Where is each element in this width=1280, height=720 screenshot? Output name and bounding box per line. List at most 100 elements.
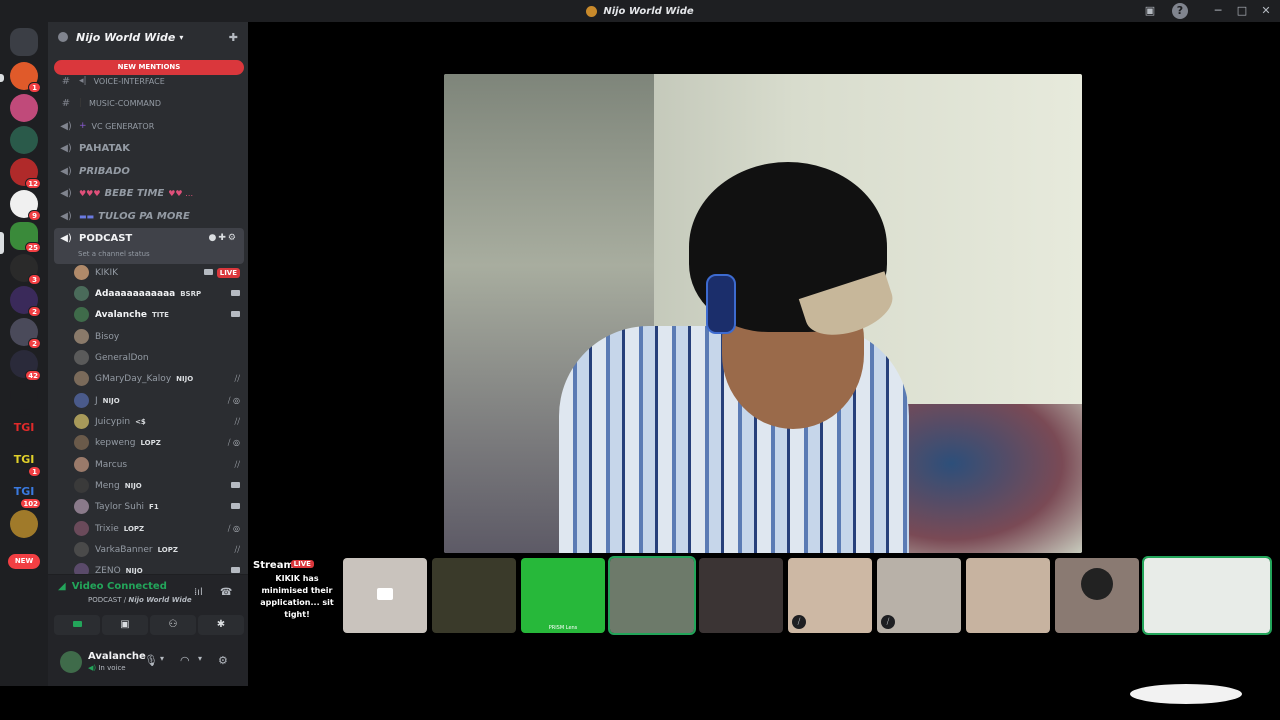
voice-user[interactable]: Adaaaaaaaaaaa BSRP <box>74 283 240 304</box>
guild-icon[interactable] <box>10 94 38 122</box>
channel-bebe-time[interactable]: ◀) ♥♥♥ BEBE TIME ♥♥ … <box>54 182 244 204</box>
noise-suppression-icon[interactable]: ⁞ıl <box>194 587 203 598</box>
discord-home-icon[interactable] <box>10 28 38 56</box>
camera-button[interactable] <box>54 615 100 635</box>
live-badge: LIVE <box>290 560 314 568</box>
participant-tile[interactable] <box>1142 556 1272 635</box>
voice-user[interactable]: GeneralDon <box>74 347 240 368</box>
chevron-down-icon[interactable]: ▾ <box>160 654 164 663</box>
user-name[interactable]: Avalanche <box>88 651 146 662</box>
guild-icon[interactable]: 3 <box>10 254 41 285</box>
channel-pahatak[interactable]: ◀) PAHATAK <box>54 137 244 159</box>
new-unreads-button[interactable]: NEW <box>8 554 40 569</box>
speaker-icon: ◂| <box>79 76 87 86</box>
avatar[interactable] <box>60 651 82 673</box>
channel-vc-generator[interactable]: ◀) + VC GENERATOR <box>54 115 244 137</box>
participant-tile[interactable] <box>699 558 783 633</box>
user-name: Meng <box>95 480 120 491</box>
camera-icon <box>72 621 82 627</box>
microphone-icon[interactable]: 🎙︎ <box>144 654 158 667</box>
selected-pill <box>0 232 4 254</box>
maximize-button[interactable]: □ <box>1234 3 1250 19</box>
participant-tile[interactable] <box>343 558 427 633</box>
voice-user[interactable]: Trixie LOPZ ⧸ ◎ <box>74 518 240 539</box>
participant-tile[interactable]: ⧸ <box>877 558 961 633</box>
channel-name: PRIBADO <box>79 165 130 177</box>
voice-user[interactable]: Bisoy <box>74 326 240 347</box>
guild-icon[interactable] <box>10 126 38 154</box>
channel-podcast[interactable]: ◀) PODCAST Set a channel status ●✚⚙ <box>54 228 244 264</box>
avatar <box>74 371 89 386</box>
channel-pribado[interactable]: ◀) PRIBADO <box>54 160 244 182</box>
participant-tile[interactable]: PRISM Lens <box>521 558 605 633</box>
emoji-icon: ▬▬ <box>79 211 95 221</box>
channel-status[interactable]: Set a channel status <box>78 250 150 258</box>
help-icon[interactable]: ? <box>1172 3 1188 19</box>
voice-user[interactable]: KIKIK LIVE <box>74 262 240 283</box>
emoji-icon: ♥♥♥ <box>79 188 101 198</box>
guild-icon[interactable]: TGI 1 <box>10 446 41 477</box>
guild-icon[interactable]: 2 <box>10 318 41 349</box>
voice-status-text: Video Connected <box>71 581 167 592</box>
deafened-icon: ⧸⧸ <box>234 416 240 426</box>
disconnect-icon[interactable]: ☎ <box>220 587 232 598</box>
headphones-icon[interactable]: ◠ <box>180 654 190 667</box>
guild-icon[interactable]: TGI 102 <box>10 478 41 509</box>
voice-user[interactable]: Meng NIJO <box>74 475 240 496</box>
guild-icon[interactable] <box>10 382 38 410</box>
participant-tile[interactable]: ⧸ <box>788 558 872 633</box>
guild-icon[interactable] <box>10 510 38 538</box>
stream-preview-card[interactable]: Stream Pa LIVE KIKIK has minimised their… <box>253 560 341 630</box>
chevron-down-icon[interactable]: ▾ <box>198 654 202 663</box>
voice-user[interactable]: Taylor Suhi F1 <box>74 496 240 517</box>
avatar <box>1081 568 1113 600</box>
guild-badge: 1 <box>28 466 41 477</box>
user-name: Adaaaaaaaaaaa <box>95 288 176 299</box>
channel-voice-interface[interactable]: # ◂| VOICE-INTERFACE <box>54 70 244 92</box>
guild-badge: 2 <box>28 338 41 349</box>
guild-icon[interactable]: 42 <box>10 350 41 381</box>
guild-icon[interactable]: 9 <box>10 190 41 221</box>
channel-music-command[interactable]: # | MUSIC-COMMAND <box>54 92 244 114</box>
activity-button[interactable]: ⚇ <box>150 615 196 635</box>
screen-share-button[interactable]: ▣ <box>102 615 148 635</box>
guild-icon[interactable]: 1 <box>10 62 41 93</box>
user-panel: Avalanche ◀) In voice 🎙︎ ▾ ◠ ▾ ⚙ <box>48 640 248 686</box>
participant-tile[interactable] <box>966 558 1050 633</box>
user-tag: LOPZ <box>123 524 145 533</box>
minimize-button[interactable]: ─ <box>1210 3 1226 19</box>
guild-icon[interactable]: 2 <box>10 286 41 317</box>
focused-video[interactable] <box>444 74 1082 553</box>
participant-tile[interactable] <box>1055 558 1139 633</box>
voice-status[interactable]: ◢ Video Connected <box>58 581 167 592</box>
user-tag: BSRP <box>180 289 202 298</box>
speaker-lock-icon: ◀) <box>60 187 72 199</box>
voice-user[interactable]: GMaryDay_Kaloy NIJO ⧸⧸ <box>74 368 240 389</box>
guild-icon[interactable]: 12 <box>10 158 41 189</box>
avatar <box>74 286 89 301</box>
invite-people-icon[interactable]: ✚ <box>229 31 238 44</box>
voice-user[interactable]: Marcus ⧸⧸ <box>74 454 240 475</box>
voice-user[interactable]: Juicypin <$ ⧸⧸ <box>74 411 240 432</box>
guild-badge: 25 <box>25 242 41 253</box>
channel-tulog-pa-more[interactable]: ◀) ▬▬ TULOG PA MORE <box>54 205 244 227</box>
participant-tile[interactable] <box>432 558 516 633</box>
voice-user[interactable]: J NIJO ⧸ ◎ <box>74 390 240 411</box>
guild-icon[interactable]: TGI <box>10 414 38 442</box>
participant-tile[interactable] <box>608 556 696 635</box>
user-tag: <$ <box>135 417 146 426</box>
guild-icon[interactable]: 25 <box>10 222 41 253</box>
gamepad-icon: ⚇ <box>168 619 178 630</box>
channel-actions[interactable]: ●✚⚙ <box>209 233 238 243</box>
voice-user[interactable]: Avalanche TITE <box>74 304 240 325</box>
gear-icon[interactable]: ⚙ <box>218 654 228 667</box>
voice-channel-location[interactable]: PODCAST / Nijo World Wide <box>88 596 192 604</box>
inbox-icon[interactable]: ▣ <box>1142 3 1158 19</box>
voice-user[interactable]: kepweng LOPZ ⧸ ◎ <box>74 432 240 453</box>
avatar <box>74 350 89 365</box>
soundboard-button[interactable]: ✱ <box>198 615 244 635</box>
server-header[interactable]: Nijo World Wide ▾ ✚ <box>48 22 248 52</box>
voice-user[interactable]: VarkaBanner LOPZ ⧸⧸ <box>74 539 240 560</box>
close-button[interactable]: ✕ <box>1258 3 1274 19</box>
stream-message: KIKIK has minimised their application...… <box>260 574 334 619</box>
